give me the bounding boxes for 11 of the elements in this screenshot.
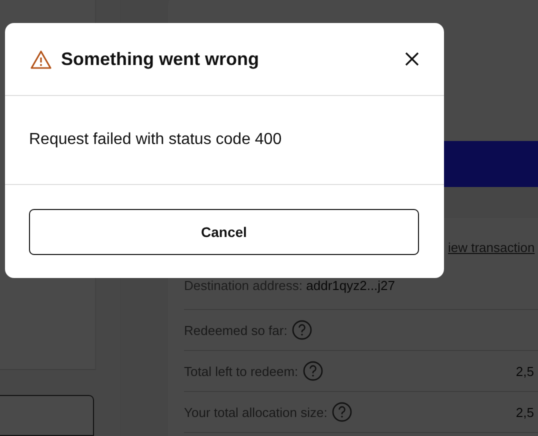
help-icon (303, 361, 324, 381)
close-icon (404, 51, 420, 67)
dialog-title: Something went wrong (61, 48, 260, 70)
stat-value: 2,5 (516, 404, 534, 420)
warning-icon (30, 49, 52, 69)
cancel-button[interactable]: Cancel (29, 208, 419, 254)
close-button[interactable] (404, 51, 420, 67)
stat-value: 2,5 (516, 364, 534, 378)
help-icon (332, 402, 352, 422)
error-message: Request failed with status code 400 (29, 131, 282, 149)
help-icon (292, 320, 312, 340)
